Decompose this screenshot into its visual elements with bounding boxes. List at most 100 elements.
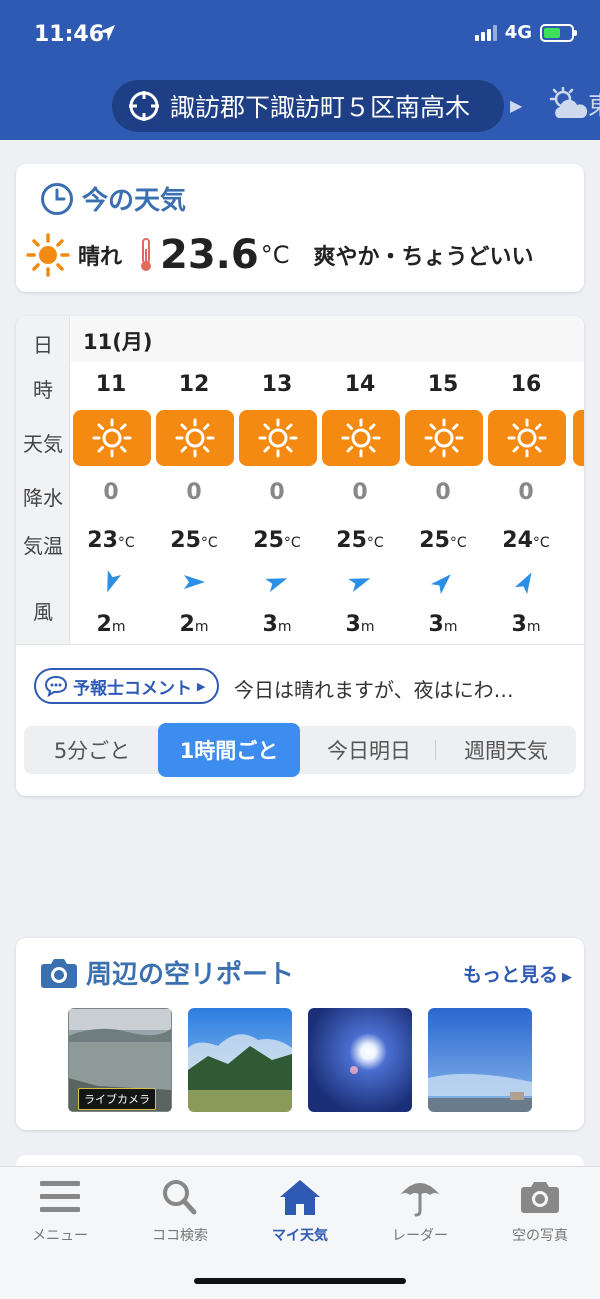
- label-temp: 気温: [23, 534, 63, 558]
- weather-tile: [322, 410, 400, 466]
- row-labels: 日 時 天気 降水 気温 風: [16, 316, 70, 644]
- hour-label: 12: [178, 372, 210, 397]
- sky-photo-sun[interactable]: [308, 1008, 412, 1112]
- hour-column: 11 0 23°C 2m: [71, 362, 151, 644]
- hour-label: 15: [427, 372, 459, 397]
- live-camera-tag: ライブカメラ: [78, 1088, 156, 1110]
- temperature-unit: °C: [260, 241, 290, 269]
- thermometer-icon: [141, 238, 152, 271]
- next-hour-tile-partial: [573, 410, 584, 466]
- sun-icon: [92, 418, 132, 458]
- tab-weekly[interactable]: 週間天気: [436, 726, 576, 774]
- wind-direction-icon: [100, 570, 121, 594]
- temp-value: 25°C: [170, 528, 218, 553]
- hour-label: 11: [95, 372, 127, 397]
- current-weather-title: 今の天気: [40, 180, 186, 217]
- sky-report-title: 周辺の空リポート: [40, 954, 294, 991]
- weather-tile: [488, 410, 566, 466]
- location-name: 諏訪郡下諏訪町５区南高木: [170, 93, 471, 122]
- hour-label: 13: [261, 372, 293, 397]
- precip-value: 0: [186, 480, 202, 505]
- sun-icon: [26, 233, 70, 277]
- label-wind: 風: [33, 600, 53, 624]
- tab-today-tomorrow[interactable]: 今日明日: [304, 726, 434, 774]
- sun-icon: [258, 418, 298, 458]
- location-selector[interactable]: 諏訪郡下諏訪町５区南高木: [112, 80, 504, 132]
- nav-search[interactable]: ココ検索: [120, 1177, 240, 1245]
- network-type: 4G: [504, 22, 532, 43]
- wind-speed-value: 2m: [96, 612, 126, 637]
- sky-photo-live-camera[interactable]: ライブカメラ: [68, 1008, 172, 1112]
- temp-value: 23°C: [87, 528, 135, 553]
- forecaster-comment-label: 予報士コメント: [73, 678, 192, 699]
- feel-description: 爽やか・ちょうどいい: [313, 245, 534, 270]
- signal-icon: [474, 24, 497, 41]
- hour-column: 12 0 25°C 2m: [154, 362, 234, 644]
- sun-photo-image: [308, 1008, 412, 1112]
- home-indicator: [194, 1278, 406, 1284]
- app-header: 11:46 4G 諏訪郡下諏訪町５区南高木 ▶ 東: [0, 0, 600, 140]
- camera-icon: [41, 958, 77, 988]
- next-location-preview[interactable]: 東: [548, 86, 600, 122]
- divider: [16, 644, 584, 645]
- temp-value: 25°C: [419, 528, 467, 553]
- umbrella-icon: [400, 1183, 440, 1217]
- speech-bubble-icon: [44, 675, 68, 697]
- wind-direction-icon: [184, 575, 205, 589]
- location-arrow-icon: [99, 25, 115, 41]
- nav-menu[interactable]: メニュー: [0, 1177, 120, 1245]
- current-temperature: 23.6: [160, 232, 259, 278]
- weather-tile: [239, 410, 317, 466]
- precip-value: 0: [269, 480, 285, 505]
- wind-speed-value: 3m: [345, 612, 375, 637]
- next-location-name: 東: [588, 86, 600, 122]
- weather-tile: [405, 410, 483, 466]
- next-location-arrow-icon[interactable]: ▶: [510, 96, 522, 115]
- sun-icon: [341, 418, 381, 458]
- forecaster-comment-button[interactable]: 予報士コメント ▶: [34, 668, 220, 704]
- weather-tile: [156, 410, 234, 466]
- precip-value: 0: [103, 480, 119, 505]
- blue-sky-image: [428, 1008, 532, 1112]
- label-weather: 天気: [23, 432, 63, 456]
- see-more-link[interactable]: もっと見る ▶: [463, 960, 572, 987]
- status-time: 11:46: [34, 22, 105, 47]
- sky-photo-blue-sky[interactable]: [428, 1008, 532, 1112]
- hour-label: 14: [344, 372, 376, 397]
- hour-label: 16: [510, 372, 542, 397]
- crosshair-icon: [129, 91, 159, 121]
- hour-column: 15 0 25°C 3m: [403, 362, 483, 644]
- sky-photo-mountains[interactable]: [188, 1008, 292, 1112]
- nav-radar[interactable]: レーダー: [360, 1177, 480, 1245]
- hourly-forecast-card: 日 時 天気 降水 気温 風 11(月) 11 0 23°C 2m 12 0 25°C 2m 1…: [16, 316, 584, 796]
- sky-report-card: 周辺の空リポート もっと見る ▶ ライブカメラ: [16, 938, 584, 1130]
- weather-tile: [73, 410, 151, 466]
- tab-hourly[interactable]: 1時間ごと: [158, 723, 300, 777]
- home-icon: [280, 1180, 320, 1215]
- precip-value: 0: [518, 480, 534, 505]
- chevron-right-icon: ▶: [562, 970, 572, 985]
- wind-direction-icon: [265, 571, 289, 592]
- wind-speed-value: 3m: [511, 612, 541, 637]
- nav-my-weather[interactable]: マイ天気: [240, 1177, 360, 1245]
- current-condition: 晴れ: [78, 245, 123, 270]
- mountain-photo-image: [188, 1008, 292, 1112]
- forecaster-comment-text[interactable]: 今日は晴れますが、夜はにわ…: [234, 674, 514, 703]
- hour-column: 16 0 24°C 3m: [486, 362, 566, 644]
- hour-column: 13 0 25°C 3m: [237, 362, 317, 644]
- temp-value: 25°C: [253, 528, 301, 553]
- partly-cloudy-icon: [549, 87, 588, 118]
- search-icon: [163, 1180, 197, 1215]
- wind-direction-icon: [431, 570, 455, 594]
- nav-sky-photos[interactable]: 空の写真: [480, 1177, 600, 1245]
- forecast-tabs: 5分ごと 1時間ごと 今日明日 週間天気: [24, 723, 576, 777]
- current-weather-card[interactable]: 今の天気 晴れ 23.6 °C 爽やか・ちょうどいい: [16, 164, 584, 292]
- label-day: 日: [33, 333, 53, 357]
- tab-5min[interactable]: 5分ごと: [24, 726, 160, 774]
- chevron-right-icon: ▶: [197, 679, 206, 693]
- menu-icon: [40, 1181, 80, 1212]
- sun-icon: [507, 418, 547, 458]
- wind-speed-value: 2m: [179, 612, 209, 637]
- label-hour: 時: [33, 378, 53, 402]
- sun-icon: [424, 418, 464, 458]
